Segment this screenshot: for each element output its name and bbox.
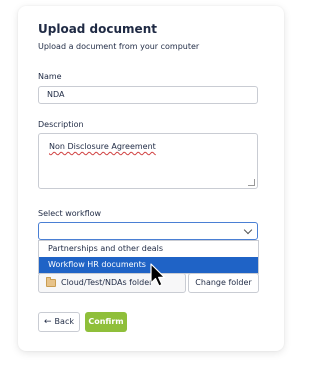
arrow-left-icon: ←: [44, 317, 52, 327]
workflow-label: Select workflow: [38, 209, 102, 218]
name-input-value: NDA: [47, 90, 65, 99]
folder-row: Cloud/Test/NDAs folder Change folder: [38, 273, 259, 293]
chevron-down-icon: [243, 225, 253, 235]
resize-handle-icon[interactable]: [248, 179, 255, 186]
mouse-pointer-icon: [150, 263, 166, 287]
workflow-option-hr-documents[interactable]: Workflow HR documents: [39, 257, 258, 273]
folder-path-text: Cloud/Test/NDAs folder: [61, 278, 153, 287]
name-input[interactable]: NDA: [38, 86, 258, 104]
back-button[interactable]: ← Back: [38, 312, 80, 332]
workflow-select[interactable]: [38, 222, 258, 240]
name-label: Name: [38, 72, 62, 81]
page-title: Upload document: [38, 22, 157, 36]
description-label: Description: [38, 120, 84, 129]
confirm-button[interactable]: Confirm: [85, 312, 127, 332]
change-folder-button[interactable]: Change folder: [188, 273, 259, 293]
page-subtitle: Upload a document from your computer: [38, 42, 200, 51]
back-button-label: Back: [54, 317, 74, 326]
description-value: Non Disclosure Agreement: [49, 142, 156, 151]
description-textarea[interactable]: Non Disclosure Agreement: [38, 133, 258, 189]
workflow-option-partnerships[interactable]: Partnerships and other deals: [39, 241, 258, 257]
workflow-dropdown-list: Partnerships and other deals Workflow HR…: [38, 240, 259, 274]
folder-icon: [46, 277, 56, 287]
